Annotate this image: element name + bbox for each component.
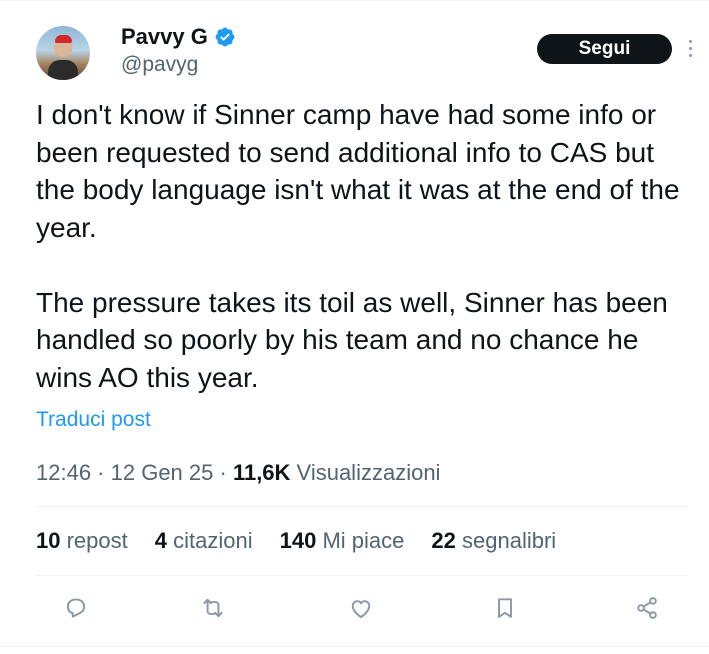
stat-label: Mi piace (322, 528, 405, 553)
top-divider (0, 0, 709, 6)
stat-count: 4 (154, 528, 168, 553)
views-label: Visualizzazioni (290, 460, 441, 485)
divider (36, 506, 688, 507)
follow-button[interactable]: Segui (537, 34, 672, 64)
stat-label: segnalibri (462, 528, 557, 553)
stat-count: 22 (431, 528, 456, 553)
action-bar (0, 595, 709, 621)
engagement-stats: 10 repost 4 citazioni 140 Mi piace 22 segna… (36, 528, 583, 554)
repost-icon[interactable] (200, 595, 226, 621)
stat-count: 10 (36, 528, 61, 553)
avatar-cap (55, 35, 72, 43)
avatar[interactable] (36, 26, 90, 80)
user-handle[interactable]: @pavyg (121, 53, 198, 77)
stat-likes[interactable]: 140 Mi piace (280, 528, 405, 554)
reply-icon[interactable] (63, 595, 89, 621)
tweet-meta: 12:46 · 12 Gen 25 · 11,6K Visualizzazion… (36, 460, 440, 486)
stat-quotes[interactable]: 4 citazioni (155, 528, 253, 554)
share-icon[interactable] (634, 595, 660, 621)
stat-count: 140 (279, 528, 317, 553)
stat-label: repost (66, 528, 128, 553)
more-options-icon[interactable] (688, 40, 694, 60)
meta-separator: · (91, 460, 111, 485)
divider (36, 575, 688, 576)
verified-badge-icon (215, 27, 235, 47)
like-icon[interactable] (348, 595, 374, 621)
translate-post-link[interactable]: Traduci post (36, 408, 151, 432)
bottom-divider (0, 646, 709, 647)
tweet-text: I don't know if Sinner camp have had som… (36, 96, 696, 396)
author-name-row: Pavvy G (121, 24, 236, 50)
tweet-date[interactable]: 12 Gen 25 (111, 460, 214, 485)
bookmark-icon[interactable] (492, 595, 518, 621)
meta-separator: · (213, 460, 233, 485)
stat-bookmarks[interactable]: 22 segnalibri (431, 528, 556, 554)
views-count: 11,6K (232, 460, 291, 485)
tweet-paragraph: I don't know if Sinner camp have had som… (36, 99, 680, 243)
avatar-shirt (48, 60, 78, 80)
display-name[interactable]: Pavvy G (121, 24, 208, 50)
tweet-time[interactable]: 12:46 (36, 460, 91, 485)
tweet-paragraph: The pressure takes its toil as well, Sin… (36, 286, 668, 393)
stat-reposts[interactable]: 10 repost (36, 528, 128, 554)
stat-label: citazioni (173, 528, 253, 553)
